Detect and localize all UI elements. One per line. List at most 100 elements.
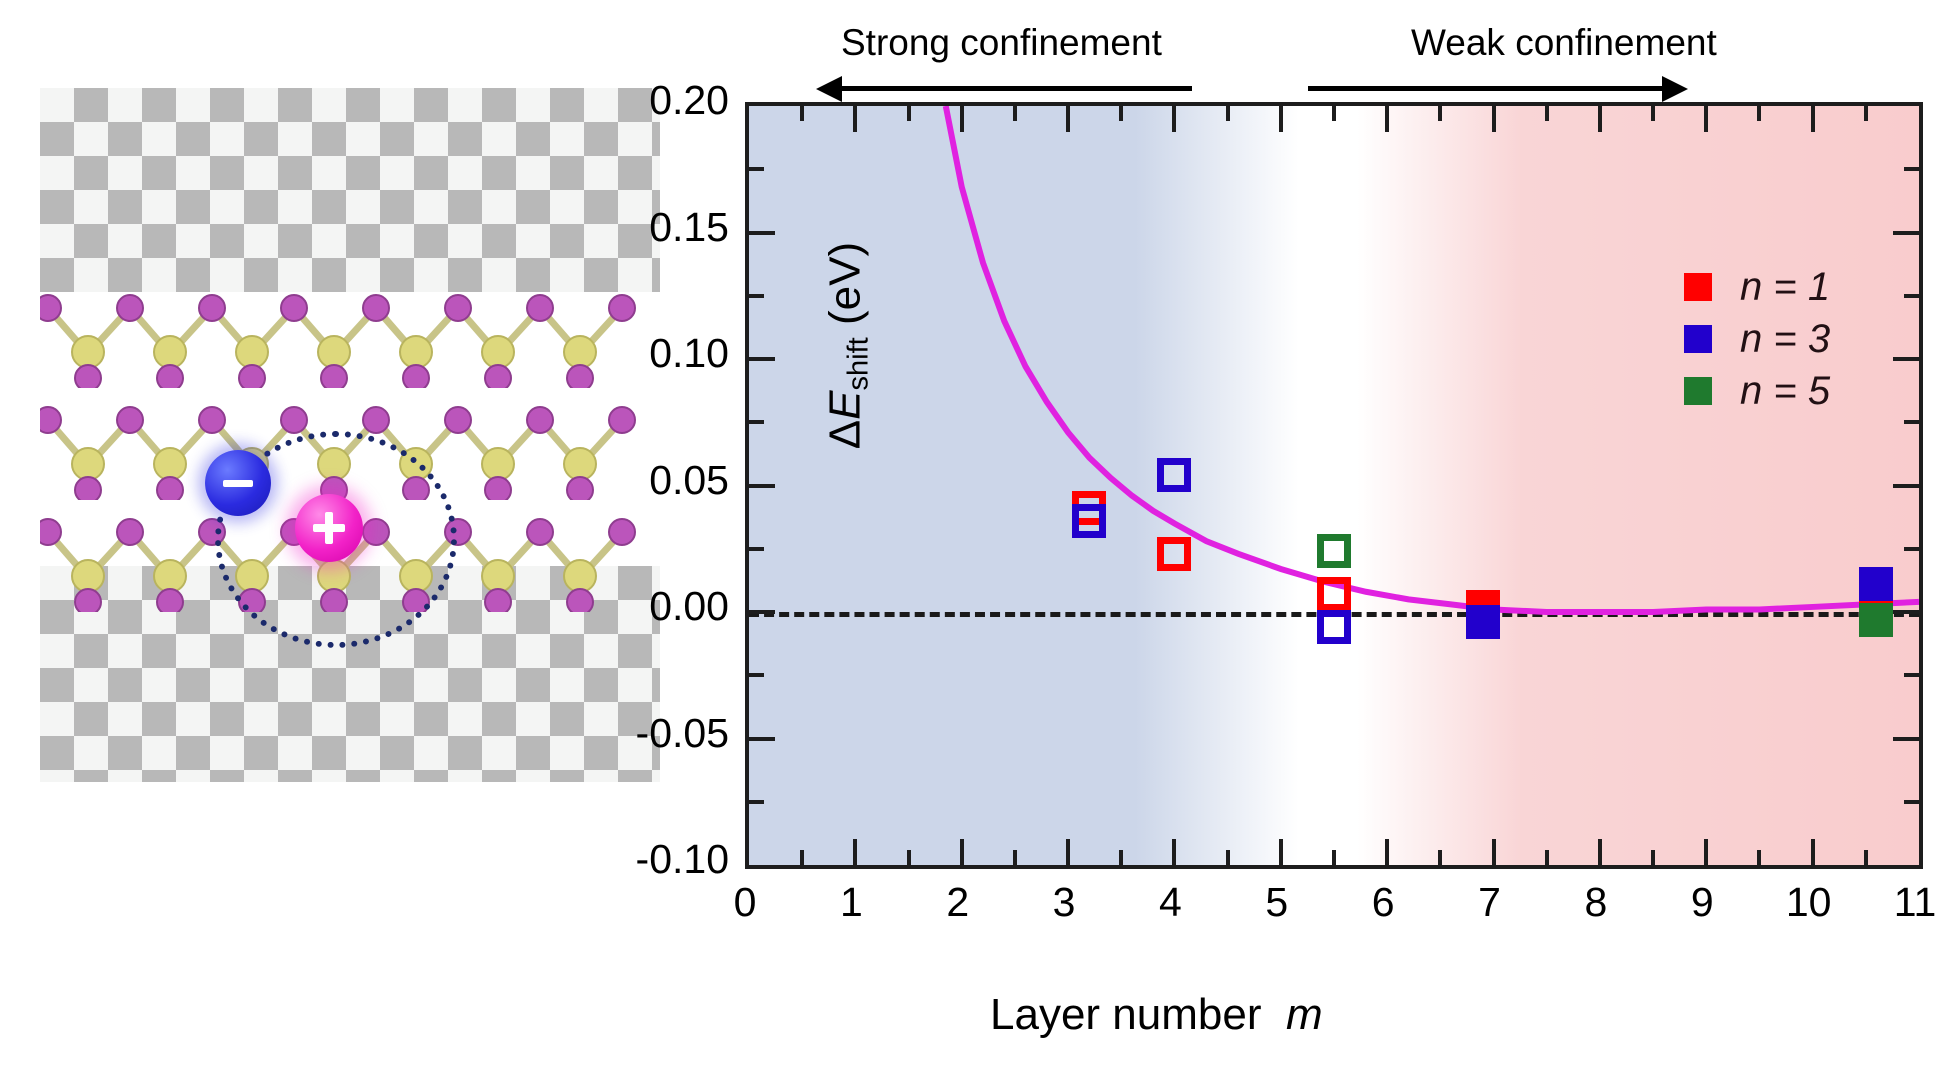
x-minor-tick	[1119, 850, 1124, 865]
y-minor-tick	[749, 546, 764, 551]
x-major-tick-top	[1278, 106, 1283, 132]
x-major-tick-top	[959, 106, 964, 132]
y-major-tick	[749, 610, 775, 614]
y-minor-tick	[749, 167, 764, 172]
x-major-tick-top	[1597, 106, 1602, 132]
x-major-tick	[853, 839, 858, 865]
x-minor-tick-top	[1119, 106, 1124, 121]
x-minor-tick	[1332, 850, 1336, 865]
x-major-tick	[1385, 839, 1390, 865]
plus-icon	[313, 512, 345, 544]
x-major-tick	[1810, 839, 1815, 865]
y-major-tick	[749, 230, 775, 235]
right-arrow-icon	[1662, 76, 1688, 102]
y-tick-label: 0.05	[649, 456, 729, 503]
x-minor-tick-top	[1863, 106, 1868, 121]
x-tick-label: 5	[1265, 879, 1289, 925]
x-minor-tick	[906, 850, 911, 865]
data-point-n-5	[1859, 602, 1894, 637]
x-minor-tick-top	[1651, 106, 1656, 121]
y-major-tick-right	[1893, 483, 1919, 488]
legend-item-n3: n = 3	[1684, 313, 1830, 365]
weak-confinement-label: Weak confinement	[1411, 22, 1717, 63]
x-major-tick-top	[1810, 106, 1815, 132]
hole-particle	[295, 494, 363, 562]
x-major-tick	[1491, 839, 1496, 865]
x-minor-tick-top	[800, 106, 805, 121]
x-tick-label: 8	[1584, 879, 1608, 925]
y-tick-label: -0.05	[635, 709, 729, 756]
y-tick-label: 0.00	[649, 583, 729, 629]
strong-confinement-label: Strong confinement	[841, 22, 1162, 63]
strong-confinement-arrow-line	[840, 86, 1192, 91]
legend-swatch-n3	[1684, 325, 1712, 353]
x-minor-tick	[1757, 850, 1762, 865]
y-minor-tick-right	[1904, 546, 1919, 551]
x-minor-tick-top	[1012, 106, 1017, 121]
data-point-n-3	[1317, 610, 1351, 645]
x-major-tick	[1066, 839, 1071, 865]
y-major-tick-right	[1893, 357, 1919, 361]
data-point-n-1	[1317, 577, 1351, 612]
x-tick-label: 11	[1893, 879, 1937, 925]
y-tick-label: 0.15	[649, 203, 729, 250]
x-major-tick-top	[1491, 106, 1496, 132]
y-tick-label: 0.20	[649, 77, 729, 123]
x-major-tick-top	[1704, 106, 1709, 132]
data-point-n-5	[1317, 534, 1351, 569]
weak-confinement-arrow-line	[1308, 86, 1668, 91]
x-major-tick	[1597, 839, 1602, 865]
y-minor-tick	[749, 799, 764, 804]
data-point-n-1	[1157, 536, 1192, 571]
x-minor-tick-top	[1438, 106, 1443, 121]
x-tick-label: 9	[1690, 879, 1714, 925]
x-major-tick	[1172, 839, 1177, 865]
y-minor-tick-right	[1904, 293, 1919, 298]
y-minor-tick-right	[1904, 673, 1919, 678]
y-minor-tick-right	[1904, 167, 1919, 172]
y-major-tick-right	[1893, 736, 1919, 741]
x-minor-tick-top	[1225, 106, 1230, 121]
electron-particle	[205, 450, 271, 516]
plot-legend: n = 1 n = 3 n = 5	[1684, 261, 1830, 417]
x-tick-label: 7	[1478, 879, 1501, 925]
x-tick-label: 2	[946, 879, 970, 925]
x-minor-tick	[1438, 850, 1443, 865]
fit-curve-layer	[942, 106, 1919, 615]
legend-label-n3: n = 3	[1740, 316, 1831, 361]
figure-root: Strong confinement Weak confinement n = …	[0, 0, 1937, 1077]
x-major-tick	[1278, 839, 1283, 865]
minus-icon	[223, 479, 253, 487]
y-tick-label: -0.10	[635, 836, 729, 882]
data-point-n-3	[1465, 605, 1500, 640]
legend-label-n5: n = 5	[1740, 368, 1831, 413]
x-major-tick	[959, 839, 964, 865]
x-major-tick-top	[853, 106, 858, 132]
data-point-n-3	[1859, 567, 1894, 602]
x-minor-tick	[1863, 850, 1868, 865]
x-minor-tick	[1012, 850, 1017, 865]
y-minor-tick-right	[1904, 799, 1919, 804]
data-point-n-3	[1072, 503, 1107, 538]
x-tick-label: 3	[1052, 879, 1076, 925]
y-major-tick-right	[1893, 230, 1919, 235]
x-tick-label: 6	[1371, 879, 1395, 925]
x-minor-tick	[800, 850, 805, 865]
y-axis-title: ΔEshift (eV)	[820, 241, 875, 450]
y-minor-tick	[749, 420, 764, 425]
y-minor-tick	[749, 673, 764, 678]
y-minor-tick	[749, 293, 764, 298]
x-minor-tick	[1544, 850, 1549, 865]
confinement-plot-panel: Strong confinement Weak confinement n = …	[636, 0, 1937, 1077]
y-major-tick	[749, 483, 775, 488]
x-major-tick-top	[1385, 106, 1390, 132]
x-minor-tick-top	[906, 106, 911, 121]
x-minor-tick-top	[1544, 106, 1549, 121]
legend-label-n1: n = 1	[1740, 264, 1831, 309]
x-axis-title: Layer number m	[990, 990, 1323, 1039]
legend-swatch-n5	[1684, 377, 1712, 405]
x-minor-tick	[1225, 850, 1230, 865]
x-major-tick-top	[1066, 106, 1071, 132]
x-minor-tick	[1651, 850, 1656, 865]
legend-swatch-n1	[1684, 273, 1712, 301]
